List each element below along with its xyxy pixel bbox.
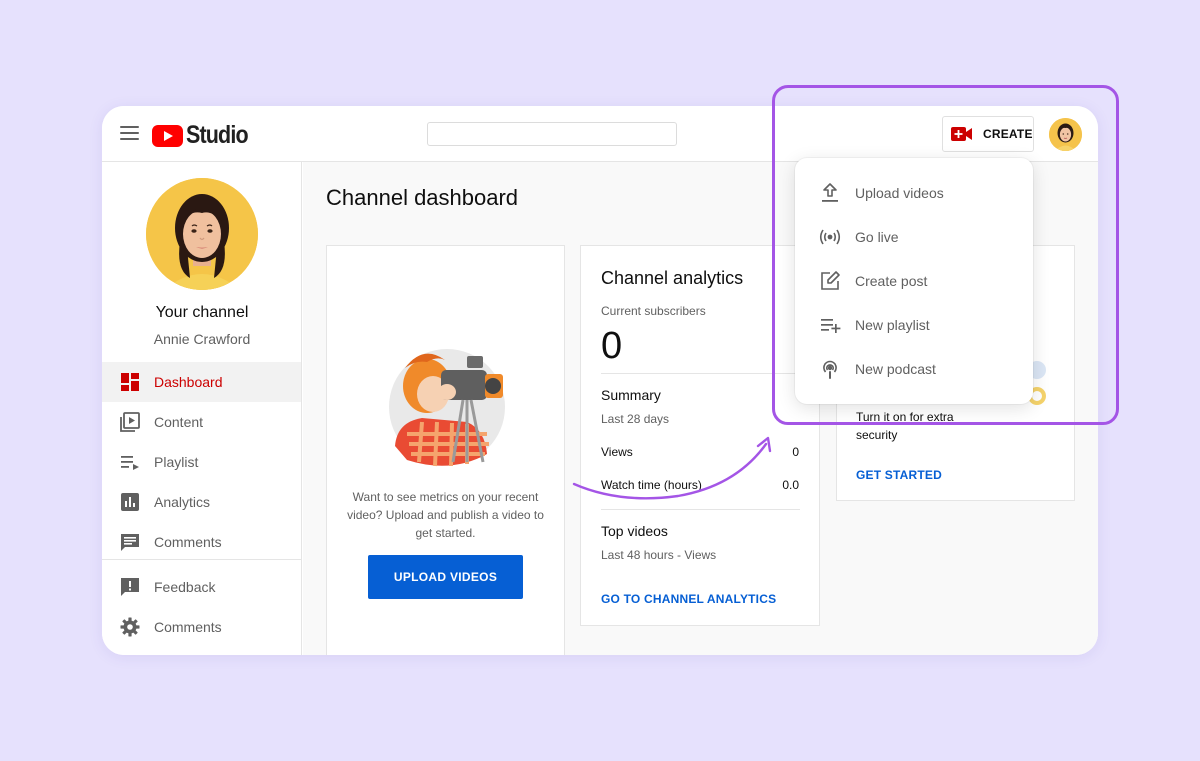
account-avatar[interactable] [1049, 118, 1082, 151]
top-videos-title: Top videos [601, 523, 668, 539]
metric-value: 0.0 [782, 478, 799, 492]
sidebar-item-content[interactable]: Content [102, 402, 301, 442]
menu-item-go-live[interactable]: Go live [795, 215, 1033, 259]
sidebar-item-analytics[interactable]: Analytics [102, 482, 301, 522]
create-video-icon [951, 127, 972, 141]
summary-title: Summary [601, 387, 661, 403]
go-to-channel-analytics-link[interactable]: GO TO CHANNEL ANALYTICS [601, 592, 776, 606]
channel-avatar-icon [146, 178, 258, 290]
page-title: Channel dashboard [326, 185, 519, 210]
sidebar-divider [102, 559, 301, 560]
menu-item-label: New playlist [855, 317, 930, 333]
metric-label: Views [601, 445, 633, 459]
upload-icon [819, 182, 841, 204]
menu-item-create-post[interactable]: Create post [795, 259, 1033, 303]
playlist-icon [120, 452, 140, 472]
top-bar: Studio CREATE [102, 106, 1098, 162]
subscribers-label: Current subscribers [601, 304, 706, 318]
content-icon [120, 412, 140, 432]
channel-analytics-card: Channel analytics Current subscribers 0 … [580, 245, 820, 626]
menu-item-label: Go live [855, 229, 899, 245]
podcast-icon [819, 358, 841, 380]
menu-item-label: New podcast [855, 361, 936, 377]
sidebar-item-label: Comments [154, 534, 222, 550]
sidebar-item-label: Content [154, 414, 204, 430]
upload-prompt-text: Want to see metrics on your recent video… [347, 490, 544, 540]
create-dropdown-menu: Upload videos Go live Create post New pl… [795, 158, 1033, 404]
menu-item-new-podcast[interactable]: New podcast [795, 347, 1033, 391]
menu-item-label: Create post [855, 273, 928, 289]
feedback-icon [120, 577, 140, 597]
live-broadcast-icon [819, 226, 841, 248]
comments-icon [120, 532, 140, 552]
sidebar-item-feedback[interactable]: Feedback [102, 567, 301, 607]
user-avatar-icon [1049, 118, 1082, 151]
create-label: CREATE [983, 127, 1033, 141]
dashboard-icon [120, 372, 140, 392]
hamburger-menu-icon[interactable] [120, 126, 139, 140]
analytics-title: Channel analytics [601, 268, 744, 288]
sidebar-item-playlist[interactable]: Playlist [102, 442, 301, 482]
settings-gear-icon [120, 617, 140, 637]
analytics-divider [601, 373, 800, 374]
sidebar-item-label: Dashboard [154, 374, 223, 390]
menu-item-label: Upload videos [855, 185, 944, 201]
upload-card: Want to see metrics on your recent video… [326, 245, 565, 655]
sidebar-item-comments[interactable]: Comments [102, 522, 301, 562]
logo-text: Studio [186, 121, 249, 149]
subscribers-count: 0 [601, 325, 623, 367]
playlist-add-icon [819, 314, 841, 336]
analytics-divider [601, 509, 800, 510]
metric-label: Watch time (hours) [601, 478, 702, 492]
menu-item-upload-videos[interactable]: Upload videos [795, 171, 1033, 215]
upload-videos-button[interactable]: UPLOAD VIDEOS [368, 555, 523, 599]
menu-item-new-playlist[interactable]: New playlist [795, 303, 1033, 347]
sidebar-item-label: Analytics [154, 494, 211, 510]
channel-name: Annie Crawford [153, 331, 251, 347]
search-input[interactable] [427, 122, 677, 146]
your-channel-title[interactable]: Your channel [102, 304, 302, 322]
sidebar-item-label: Comments [154, 619, 222, 635]
edit-post-icon [819, 270, 841, 292]
sidebar-item-label: Playlist [154, 454, 199, 470]
youtube-studio-logo[interactable]: Studio [152, 121, 258, 150]
top-videos-period: Last 48 hours - Views [601, 548, 717, 562]
sidebar-item-dashboard[interactable]: Dashboard [102, 362, 301, 402]
get-started-link[interactable]: GET STARTED [856, 468, 942, 482]
channel-avatar[interactable] [146, 178, 258, 290]
security-text: Turn it on for extra security [856, 410, 954, 442]
sidebar-item-settings[interactable]: Comments [102, 607, 301, 647]
youtube-play-logo-icon [152, 124, 183, 147]
camera-operator-illustration-icon [389, 349, 505, 467]
summary-period: Last 28 days [601, 412, 670, 426]
create-button[interactable]: CREATE [942, 116, 1034, 152]
analytics-icon [120, 492, 140, 512]
sidebar: Your channel Annie Crawford Dashboard Co… [102, 162, 302, 655]
metric-value: 0 [792, 445, 799, 459]
sidebar-item-label: Feedback [154, 579, 216, 595]
